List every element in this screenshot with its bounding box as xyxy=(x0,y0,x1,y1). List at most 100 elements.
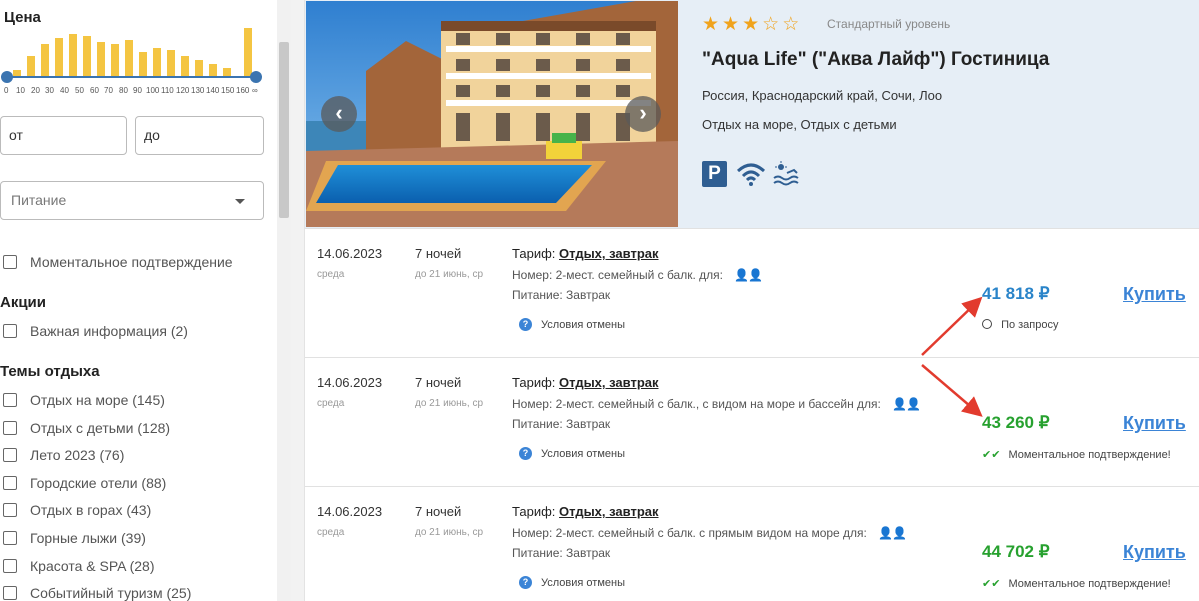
tick-label: 0 xyxy=(4,86,9,95)
parking-icon: P xyxy=(702,161,727,187)
offer-price: 43 260 ₽ xyxy=(982,413,1050,432)
offer-until: до 21 июнь, ср xyxy=(415,398,484,409)
star-filled-icon: ★ xyxy=(702,14,723,35)
offer-until: до 21 июнь, ср xyxy=(415,527,484,538)
checkbox[interactable] xyxy=(3,255,17,269)
tick-label: 60 xyxy=(90,86,99,95)
tariff-label: Тариф: xyxy=(512,504,556,519)
tick-label: 30 xyxy=(45,86,54,95)
offer-status: ✔✔ Моментальное подтверждение! xyxy=(982,577,1171,590)
offer-room: Номер: 2-мест. семейный с балк. с прямым… xyxy=(512,526,907,540)
page: Цена 0 10 20 30 40 50 60 70 80 90 100 11… xyxy=(0,0,1199,601)
checkbox[interactable] xyxy=(3,324,17,338)
offer-price: 41 818 ₽ xyxy=(982,284,1050,303)
themes-heading: Темы отдыха xyxy=(0,363,100,380)
cancel-conditions-label: Условия отмены xyxy=(541,318,625,331)
two-people-icon: 👤👤 xyxy=(892,397,921,411)
checkbox-label: Отдых в горах (43) xyxy=(30,502,152,518)
hotel-photo[interactable]: ‹ › xyxy=(306,1,678,227)
cancel-conditions-link[interactable]: ? Условия отмены xyxy=(519,576,625,589)
offer-date: 14.06.2023 xyxy=(317,504,383,519)
offer-nights: 7 ночей xyxy=(415,375,462,390)
cancel-conditions-link[interactable]: ? Условия отмены xyxy=(519,447,625,460)
offer-tariff: Тариф: Отдых, завтрак xyxy=(512,246,659,261)
cancel-conditions-link[interactable]: ? Условия отмены xyxy=(519,318,625,331)
offer-row: 14.06.2023 среда 7 ночей до 21 июнь, ср … xyxy=(305,357,1199,486)
double-check-icon: ✔✔ xyxy=(982,578,1001,590)
sidebar-scrollbar-thumb[interactable] xyxy=(279,42,289,218)
checkbox[interactable] xyxy=(3,586,17,600)
checkbox[interactable] xyxy=(3,531,17,545)
room-text: Номер: 2-мест. семейный с балк., с видом… xyxy=(512,397,881,411)
price-from-input[interactable]: от xyxy=(0,116,127,155)
results-area: ‹ › ★★★☆☆ Стандартный уровень "Aqua Life… xyxy=(291,0,1199,601)
offer-tariff: Тариф: Отдых, завтрак xyxy=(512,504,659,519)
theme-filter-item[interactable]: Красота & SPA (28) xyxy=(3,557,155,575)
theme-filter-item[interactable]: Лето 2023 (76) xyxy=(3,446,124,464)
question-icon: ? xyxy=(519,318,532,331)
offer-date: 14.06.2023 xyxy=(317,246,383,261)
tick-label: 110 xyxy=(161,86,174,95)
theme-filter-item[interactable]: Горные лыжи (39) xyxy=(3,529,146,547)
tariff-link[interactable]: Отдых, завтрак xyxy=(559,375,659,390)
buy-button[interactable]: Купить xyxy=(1123,284,1186,305)
offer-until: до 21 июнь, ср xyxy=(415,269,484,280)
photo-next-button[interactable]: › xyxy=(625,96,661,132)
theme-filter-item[interactable]: Событийный туризм (25) xyxy=(3,584,191,601)
theme-filter-item[interactable]: Отдых в горах (43) xyxy=(3,501,151,519)
room-text: Номер: 2-мест. семейный с балк. с прямым… xyxy=(512,526,867,540)
checkbox-label: Лето 2023 (76) xyxy=(30,447,125,463)
hotel-themes: Отдых на море, Отдых с детьми xyxy=(702,117,897,132)
meal-select-value: Питание xyxy=(11,192,67,208)
theme-filter-item[interactable]: Отдых с детьми (128) xyxy=(3,419,170,437)
promotion-filter-item[interactable]: Важная информация (2) xyxy=(3,322,188,340)
price-histogram xyxy=(6,28,258,78)
checkbox-label: Городские отели (88) xyxy=(30,475,167,491)
photo-prev-button[interactable]: ‹ xyxy=(321,96,357,132)
tick-label: 50 xyxy=(75,86,84,95)
offer-weekday: среда xyxy=(317,269,345,280)
promotions-heading: Акции xyxy=(0,294,47,311)
checkbox[interactable] xyxy=(3,559,17,573)
checkbox[interactable] xyxy=(3,448,17,462)
price-to-input[interactable]: до xyxy=(135,116,264,155)
checkbox[interactable] xyxy=(3,476,17,490)
question-icon: ? xyxy=(519,576,532,589)
tariff-link[interactable]: Отдых, завтрак xyxy=(559,246,659,261)
price-slider-min-handle[interactable] xyxy=(1,71,13,83)
checkbox[interactable] xyxy=(3,421,17,435)
offer-row: 14.06.2023 среда 7 ночей до 21 июнь, ср … xyxy=(305,228,1199,357)
tick-label: 120 xyxy=(176,86,190,95)
hotel-name[interactable]: "Aqua Life" ("Аква Лайф") Гостиница xyxy=(702,49,1049,71)
hotel-header: ‹ › ★★★☆☆ Стандартный уровень "Aqua Life… xyxy=(305,0,1199,228)
histogram-bar xyxy=(97,42,105,78)
histogram-bar xyxy=(111,44,119,78)
instant-confirm-filter[interactable]: Моментальное подтверждение xyxy=(3,253,233,271)
tariff-link[interactable]: Отдых, завтрак xyxy=(559,504,659,519)
buy-button[interactable]: Купить xyxy=(1123,413,1186,434)
checkbox-label: Событийный туризм (25) xyxy=(30,585,192,601)
tick-label: 100 xyxy=(146,86,160,95)
tick-label: 160 xyxy=(236,86,250,95)
meal-select[interactable]: Питание xyxy=(0,181,264,220)
checkbox-label: Важная информация (2) xyxy=(30,323,188,339)
offer-room: Номер: 2-мест. семейный с балк., с видом… xyxy=(512,397,921,411)
theme-filter-item[interactable]: Отдых на море (145) xyxy=(3,391,165,409)
histogram-bar xyxy=(27,56,35,78)
theme-filter-item[interactable]: Городские отели (88) xyxy=(3,474,166,492)
offer-price: 44 702 ₽ xyxy=(982,542,1050,561)
offer-room: Номер: 2-мест. семейный с балк. для: 👤👤 xyxy=(512,268,763,282)
price-slider-track[interactable] xyxy=(7,76,257,78)
price-slider-ticks: 0 10 20 30 40 50 60 70 80 90 100 110 120… xyxy=(0,86,262,98)
buy-button[interactable]: Купить xyxy=(1123,542,1186,563)
checkbox[interactable] xyxy=(3,393,17,407)
checkbox-label: Отдых с детьми (128) xyxy=(30,420,171,436)
star-filled-icon: ★ xyxy=(742,14,763,35)
offer-weekday: среда xyxy=(317,398,345,409)
tick-label: 150 xyxy=(221,86,235,95)
price-slider-max-handle[interactable] xyxy=(250,71,262,83)
offer-row: 14.06.2023 среда 7 ночей до 21 июнь, ср … xyxy=(305,486,1199,601)
offer-nights: 7 ночей xyxy=(415,246,462,261)
offer-meal: Питание: Завтрак xyxy=(512,288,611,302)
checkbox[interactable] xyxy=(3,503,17,517)
